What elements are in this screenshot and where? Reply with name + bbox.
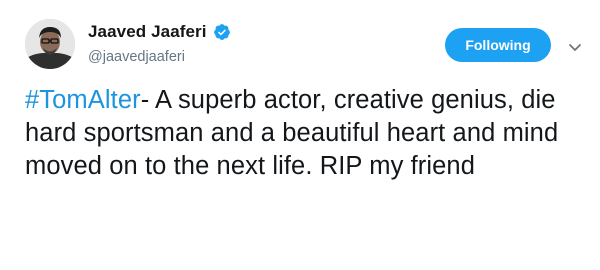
verified-badge-icon — [213, 23, 231, 41]
tweet-text: #TomAlter- A superb actor, creative geni… — [25, 84, 585, 183]
avatar-portrait — [25, 19, 75, 69]
avatar[interactable] — [25, 19, 75, 69]
following-button[interactable]: Following — [445, 28, 551, 62]
hashtag-link[interactable]: #TomAlter — [25, 86, 141, 114]
author-handle[interactable]: @jaavedjaaferi — [88, 49, 185, 65]
author-display-name[interactable]: Jaaved Jaaferi — [88, 22, 207, 42]
chevron-down-icon[interactable] — [568, 40, 582, 51]
author-name-row: Jaaved Jaaferi — [88, 22, 231, 42]
